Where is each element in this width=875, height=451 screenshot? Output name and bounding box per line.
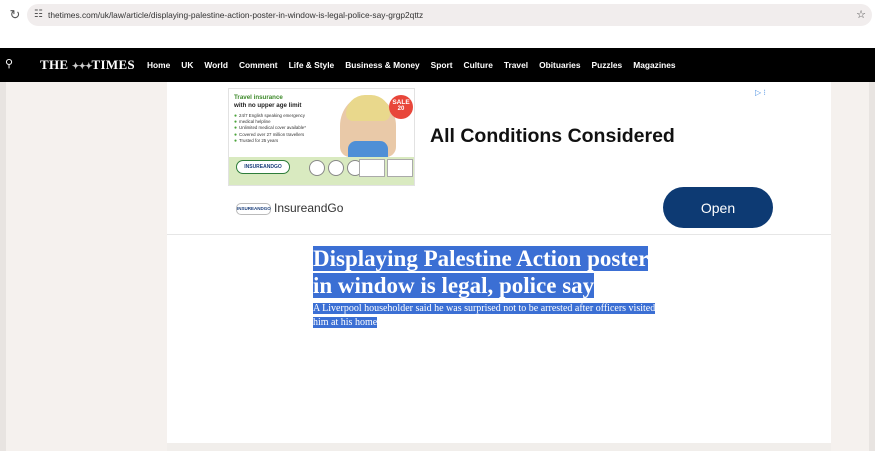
nav-items: Home UK World Comment Life & Style Busin… [147, 48, 676, 82]
ad-sale-line2: SALE [392, 99, 410, 106]
open-button[interactable]: Open [663, 187, 773, 228]
nav-item-sport[interactable]: Sport [431, 60, 453, 70]
ad-divider [167, 234, 831, 235]
star-icon[interactable]: ☆ [856, 4, 866, 26]
address-bar[interactable]: ☷ thetimes.com/uk/law/article/displaying… [27, 4, 872, 26]
article-headline: Displaying Palestine Action poster in win… [313, 246, 683, 299]
tune-icon[interactable]: ☷ [34, 7, 43, 23]
nav-item-culture[interactable]: Culture [464, 60, 493, 70]
ad-sale-line3: 20 [397, 106, 405, 112]
advertiser-logo: INSUREANDGO [236, 203, 271, 215]
standfirst-line: him at his home [313, 316, 378, 328]
times-logo[interactable]: THE ✦✦✦TIMES [40, 48, 135, 83]
nav-item-puzzles[interactable]: Puzzles [592, 60, 623, 70]
search-icon[interactable]: ⚲ [5, 57, 13, 71]
ad-bullet: Covered over 27 million travellers [234, 132, 306, 138]
nav-item-obituaries[interactable]: Obituaries [539, 60, 580, 70]
nav-item-world[interactable]: World [204, 60, 228, 70]
nav-item-comment[interactable]: Comment [239, 60, 278, 70]
ad-image-title: Travel insurance [234, 94, 283, 101]
nav-item-uk[interactable]: UK [181, 60, 193, 70]
ad-person-top [348, 141, 388, 157]
rating-badge-icon [387, 159, 413, 177]
nav-item-travel[interactable]: Travel [504, 60, 528, 70]
nav-item-business-money[interactable]: Business & Money [345, 60, 419, 70]
reload-icon[interactable]: ↻ [7, 7, 23, 23]
crest-icon: ✦✦✦ [71, 61, 93, 71]
headline-line: in window is legal, police say [313, 272, 595, 298]
browser-toolbar: ↻ ☷ thetimes.com/uk/law/article/displayi… [0, 0, 875, 48]
adchoices-icon[interactable]: ▷ ⁝ [755, 88, 766, 97]
rating-badge-icon [359, 159, 385, 177]
standfirst-line: A Liverpool householder said he was surp… [313, 303, 656, 314]
award-badge-icon [328, 160, 344, 176]
nav-item-home[interactable]: Home [147, 60, 170, 70]
nav-item-life-style[interactable]: Life & Style [289, 60, 335, 70]
advertiser-name[interactable]: InsureandGo [274, 200, 343, 216]
ad-person-photo [340, 95, 396, 157]
right-edge [869, 82, 875, 451]
ad-award-badges [309, 160, 363, 176]
ad-sale-badge: SALE 20 [389, 95, 413, 119]
site-nav: ⚲ THE ✦✦✦TIMES Home UK World Comment Lif… [0, 48, 875, 82]
ad-bullet: Trusted for 25 years [234, 138, 306, 144]
ad-image[interactable]: Travel insurance with no upper age limit… [228, 88, 415, 186]
award-badge-icon [309, 160, 325, 176]
ad-image-subtitle: with no upper age limit [234, 102, 302, 109]
article-standfirst: A Liverpool householder said he was surp… [313, 302, 685, 329]
ad-bullet: Unlimited medical cover available* [234, 125, 306, 131]
logo-text-left: THE [40, 57, 69, 72]
ad-bullets: 24/7 English speaking emergency medical … [234, 113, 306, 144]
url-text[interactable]: thetimes.com/uk/law/article/displaying-p… [48, 4, 423, 26]
ad-headline[interactable]: All Conditions Considered [430, 125, 675, 148]
headline-line: Displaying Palestine Action poster [313, 246, 649, 271]
right-gutter [831, 82, 875, 451]
left-gutter [0, 82, 167, 451]
ad-brand-logo: INSUREANDGO [236, 160, 290, 174]
nav-item-magazines[interactable]: Magazines [633, 60, 675, 70]
left-edge [0, 82, 6, 451]
ad-person-hair [346, 95, 390, 121]
logo-text-right: TIMES [91, 57, 135, 72]
bottom-fade [167, 443, 831, 451]
